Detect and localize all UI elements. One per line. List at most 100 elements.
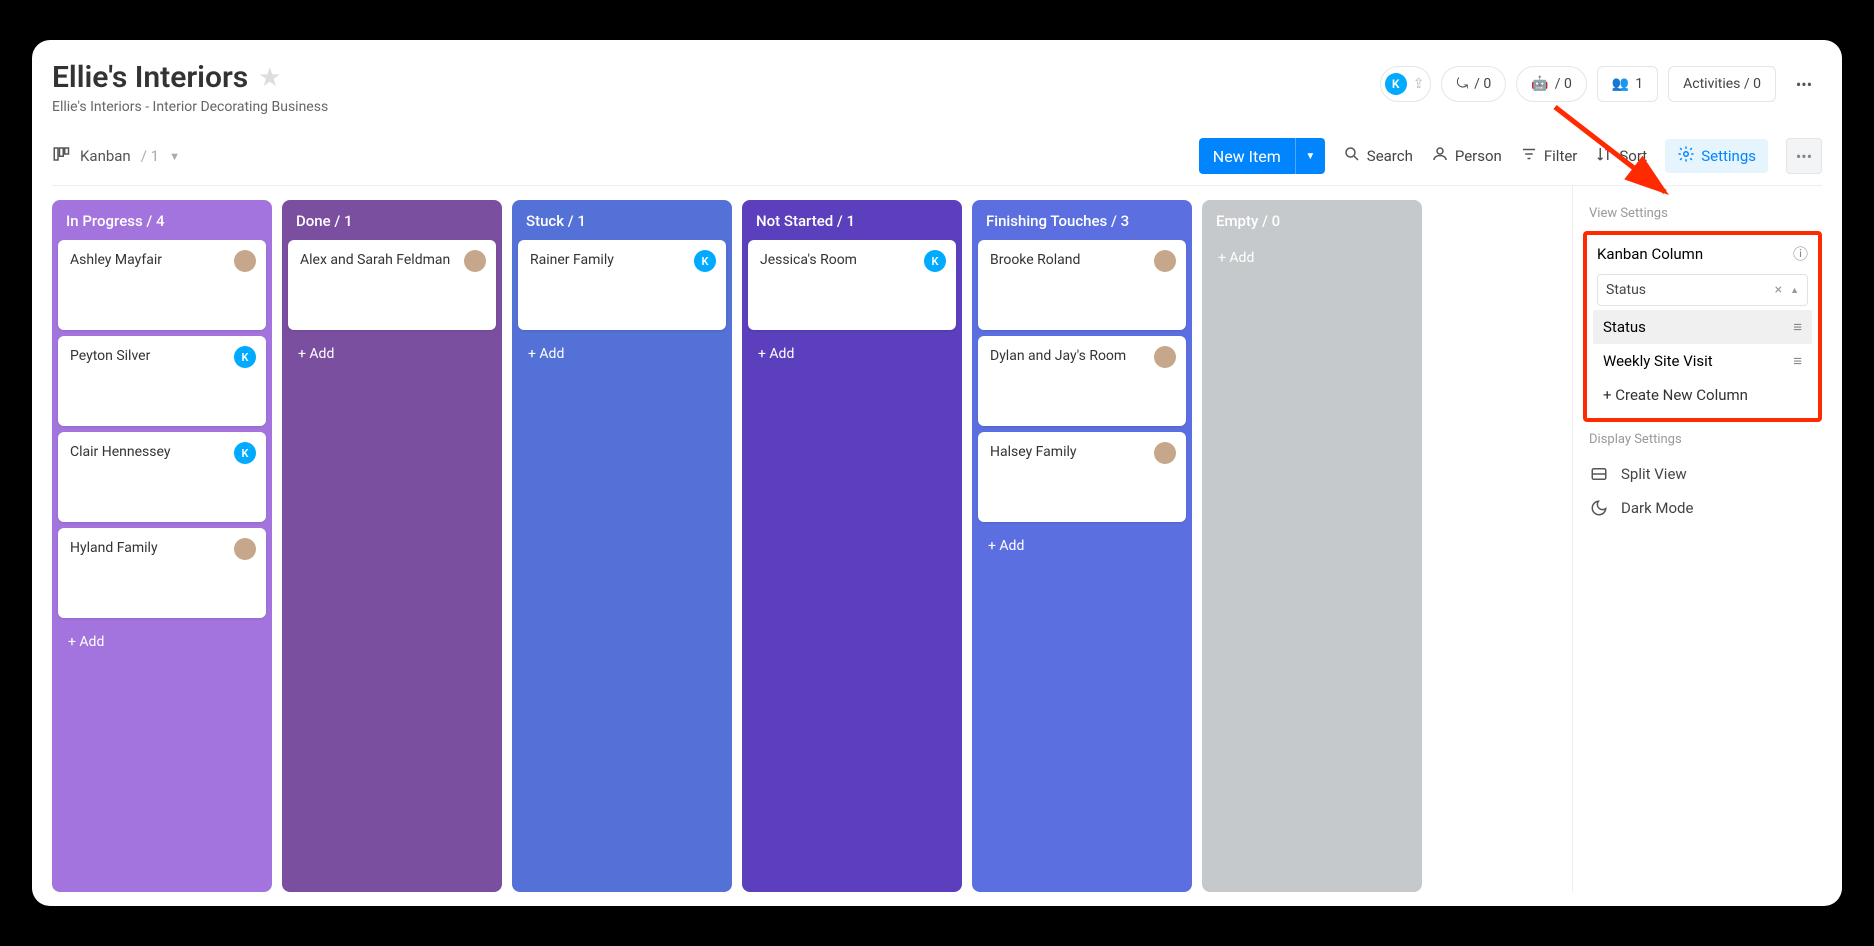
chevron-up-icon[interactable]: ▲ — [1790, 285, 1799, 296]
kanban-card[interactable]: Peyton SilverK — [58, 336, 266, 426]
add-card-button[interactable]: + Add — [286, 336, 498, 372]
avatar[interactable]: K — [234, 442, 256, 464]
avatar[interactable] — [1154, 250, 1176, 272]
card-title: Peyton Silver — [70, 348, 254, 364]
card-title: Ashley Mayfair — [70, 252, 254, 268]
user-badge: K — [1385, 73, 1407, 95]
settings-button[interactable]: Settings — [1665, 139, 1768, 173]
kanban-column: Stuck / 1Rainer FamilyK+ Add — [512, 200, 732, 892]
kanban-column-select[interactable]: Status × ▲ — [1597, 274, 1808, 306]
kanban-column-label: Kanban Column — [1597, 245, 1703, 263]
filter-icon — [1520, 145, 1538, 167]
info-icon[interactable]: ⓘ — [1793, 243, 1808, 264]
column-header: Empty / 0 — [1206, 204, 1418, 240]
close-icon[interactable]: × — [1775, 282, 1782, 298]
kanban-card[interactable]: Ashley Mayfair — [58, 240, 266, 330]
card-title: Halsey Family — [990, 444, 1174, 460]
column-header: Done / 1 — [286, 204, 498, 240]
activities-button[interactable]: Activities / 0 — [1668, 66, 1776, 102]
split-view-label: Split View — [1621, 465, 1687, 483]
new-item-dropdown[interactable]: ▼ — [1295, 138, 1325, 174]
avatar[interactable] — [464, 250, 486, 272]
sort-label: Sort — [1619, 147, 1647, 165]
sort-button[interactable]: Sort — [1595, 145, 1647, 167]
view-name: Kanban — [80, 147, 131, 165]
avatar[interactable]: K — [234, 346, 256, 368]
avatar[interactable]: K — [924, 250, 946, 272]
card-title: Rainer Family — [530, 252, 714, 268]
search-button[interactable]: Search — [1343, 145, 1413, 167]
create-new-column[interactable]: + Create New Column — [1593, 378, 1812, 412]
split-view-icon — [1589, 465, 1609, 483]
dark-mode-label: Dark Mode — [1621, 499, 1693, 517]
search-label: Search — [1367, 147, 1413, 165]
kanban-card[interactable]: Rainer FamilyK — [518, 240, 726, 330]
page-subtitle: Ellie's Interiors - Interior Decorating … — [52, 99, 328, 115]
add-card-button[interactable]: + Add — [56, 624, 268, 660]
view-settings-heading: View Settings — [1589, 206, 1822, 221]
kanban-card[interactable]: Hyland Family — [58, 528, 266, 618]
column-header: Finishing Touches / 3 — [976, 204, 1188, 240]
view-count: / 1 — [141, 147, 159, 165]
members-button[interactable]: 👥 1 — [1597, 66, 1658, 102]
counter-1: / 0 — [1474, 76, 1491, 92]
new-item-button[interactable]: New Item ▼ — [1199, 138, 1325, 174]
display-settings-heading: Display Settings — [1589, 432, 1822, 447]
tag-icon: ⤿ — [1456, 76, 1468, 92]
avatar[interactable] — [234, 250, 256, 272]
column-header: In Progress / 4 — [56, 204, 268, 240]
add-card-button[interactable]: + Add — [1206, 240, 1418, 276]
kanban-card[interactable]: Dylan and Jay's Room — [978, 336, 1186, 426]
search-icon — [1343, 145, 1361, 167]
moon-icon — [1589, 499, 1609, 517]
chevron-down-icon: ▼ — [1305, 151, 1315, 162]
option-status[interactable]: Status ≡ — [1593, 310, 1812, 344]
kanban-column: Empty / 0+ Add — [1202, 200, 1422, 892]
card-title: Hyland Family — [70, 540, 254, 556]
kanban-card[interactable]: Jessica's RoomK — [748, 240, 956, 330]
header-more-button[interactable]: ••• — [1786, 66, 1822, 102]
dark-mode-toggle[interactable]: Dark Mode — [1583, 491, 1822, 525]
avatar[interactable] — [1154, 442, 1176, 464]
filter-button[interactable]: Filter — [1520, 145, 1578, 167]
add-card-button[interactable]: + Add — [976, 528, 1188, 564]
members-icon: 👥 — [1612, 76, 1629, 92]
user-avatar-pill[interactable]: K ⇪ — [1380, 66, 1432, 102]
dots-icon: ••• — [1796, 75, 1812, 94]
bot-icon: 🤖 — [1531, 76, 1548, 92]
drag-icon: ≡ — [1793, 352, 1802, 370]
kanban-card[interactable]: Alex and Sarah Feldman — [288, 240, 496, 330]
kanban-column-section: Kanban Column ⓘ Status × ▲ Status ≡ Week… — [1583, 231, 1822, 422]
drag-icon: ≡ — [1793, 318, 1802, 336]
kanban-card[interactable]: Halsey Family — [978, 432, 1186, 522]
card-title: Dylan and Jay's Room — [990, 348, 1174, 364]
activities-label: Activities / 0 — [1683, 76, 1761, 92]
settings-label: Settings — [1701, 147, 1756, 165]
members-count: 1 — [1635, 76, 1643, 92]
add-card-button[interactable]: + Add — [516, 336, 728, 372]
person-button[interactable]: Person — [1431, 145, 1502, 167]
split-view-toggle[interactable]: Split View — [1583, 457, 1822, 491]
counter-pill-1[interactable]: ⤿ / 0 — [1441, 66, 1506, 102]
gear-icon — [1677, 145, 1695, 167]
view-tab-kanban[interactable]: Kanban / 1 ▼ — [52, 145, 180, 167]
avatar[interactable] — [1154, 346, 1176, 368]
kanban-card[interactable]: Brooke Roland — [978, 240, 1186, 330]
avatar[interactable] — [234, 538, 256, 560]
star-icon[interactable]: ★ — [258, 63, 281, 93]
card-title: Jessica's Room — [760, 252, 944, 268]
option-weekly-site-visit[interactable]: Weekly Site Visit ≡ — [1593, 344, 1812, 378]
share-icon: ⇪ — [1413, 76, 1425, 92]
toolbar-more-button[interactable]: ••• — [1786, 138, 1822, 174]
column-header: Not Started / 1 — [746, 204, 958, 240]
option-label: Status — [1603, 318, 1646, 336]
card-title: Alex and Sarah Feldman — [300, 252, 484, 268]
option-label: Weekly Site Visit — [1603, 352, 1713, 370]
kanban-card[interactable]: Clair HennesseyK — [58, 432, 266, 522]
kanban-column: In Progress / 4 Ashley Mayfair Peyton Silv… — [52, 200, 272, 892]
add-card-button[interactable]: + Add — [746, 336, 958, 372]
avatar[interactable]: K — [694, 250, 716, 272]
kanban-column: Not Started / 1Jessica's RoomK+ Add — [742, 200, 962, 892]
counter-2: / 0 — [1555, 76, 1572, 92]
counter-pill-2[interactable]: 🤖 / 0 — [1516, 66, 1587, 102]
